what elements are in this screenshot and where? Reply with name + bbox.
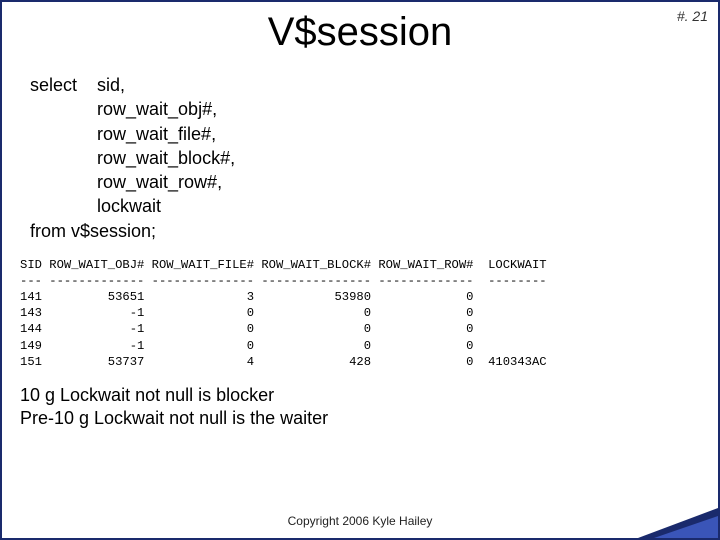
sql-col: row_wait_row#, bbox=[97, 170, 235, 194]
result-table: SID ROW_WAIT_OBJ# ROW_WAIT_FILE# ROW_WAI… bbox=[20, 257, 706, 370]
sql-select-keyword: select bbox=[30, 73, 92, 97]
page-number: #. 21 bbox=[677, 8, 708, 24]
sql-col: lockwait bbox=[97, 194, 235, 218]
sql-col: sid, bbox=[97, 73, 235, 97]
corner-decoration-inner bbox=[654, 516, 718, 538]
notes-block: 10 g Lockwait not null is blocker Pre-10… bbox=[20, 384, 718, 431]
sql-from-line: from v$session; bbox=[30, 219, 718, 243]
copyright: Copyright 2006 Kyle Hailey bbox=[2, 514, 718, 528]
note-line-2: Pre-10 g Lockwait not null is the waiter bbox=[20, 407, 718, 430]
slide-title: V$session bbox=[2, 10, 718, 55]
sql-columns: sid, row_wait_obj#, row_wait_file#, row_… bbox=[97, 73, 235, 219]
sql-query: select sid, row_wait_obj#, row_wait_file… bbox=[30, 73, 718, 243]
note-line-1: 10 g Lockwait not null is blocker bbox=[20, 384, 718, 407]
sql-col: row_wait_obj#, bbox=[97, 97, 235, 121]
sql-col: row_wait_block#, bbox=[97, 146, 235, 170]
sql-col: row_wait_file#, bbox=[97, 122, 235, 146]
